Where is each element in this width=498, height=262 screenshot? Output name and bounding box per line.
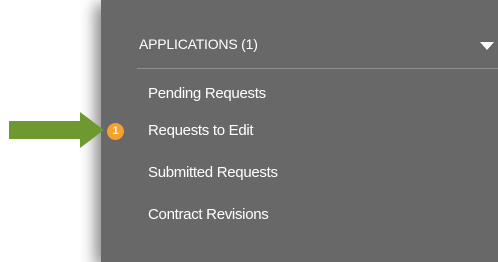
menu-item-requests-to-edit[interactable]: Requests to Edit [148,122,254,139]
menu-item-pending-requests[interactable]: Pending Requests [148,85,266,102]
green-arrow-shape [9,112,104,148]
menu-divider [137,68,498,69]
applications-header-label: APPLICATIONS (1) [139,36,258,52]
menu-item-submitted-requests[interactable]: Submitted Requests [148,164,278,181]
chevron-down-icon[interactable] [480,42,494,50]
applications-header[interactable]: APPLICATIONS (1) [101,18,498,68]
green-arrow-icon [9,112,104,148]
menu-item-contract-revisions[interactable]: Contract Revisions [148,206,269,223]
applications-menu-panel: APPLICATIONS (1) Pending Requests Reques… [101,0,498,262]
